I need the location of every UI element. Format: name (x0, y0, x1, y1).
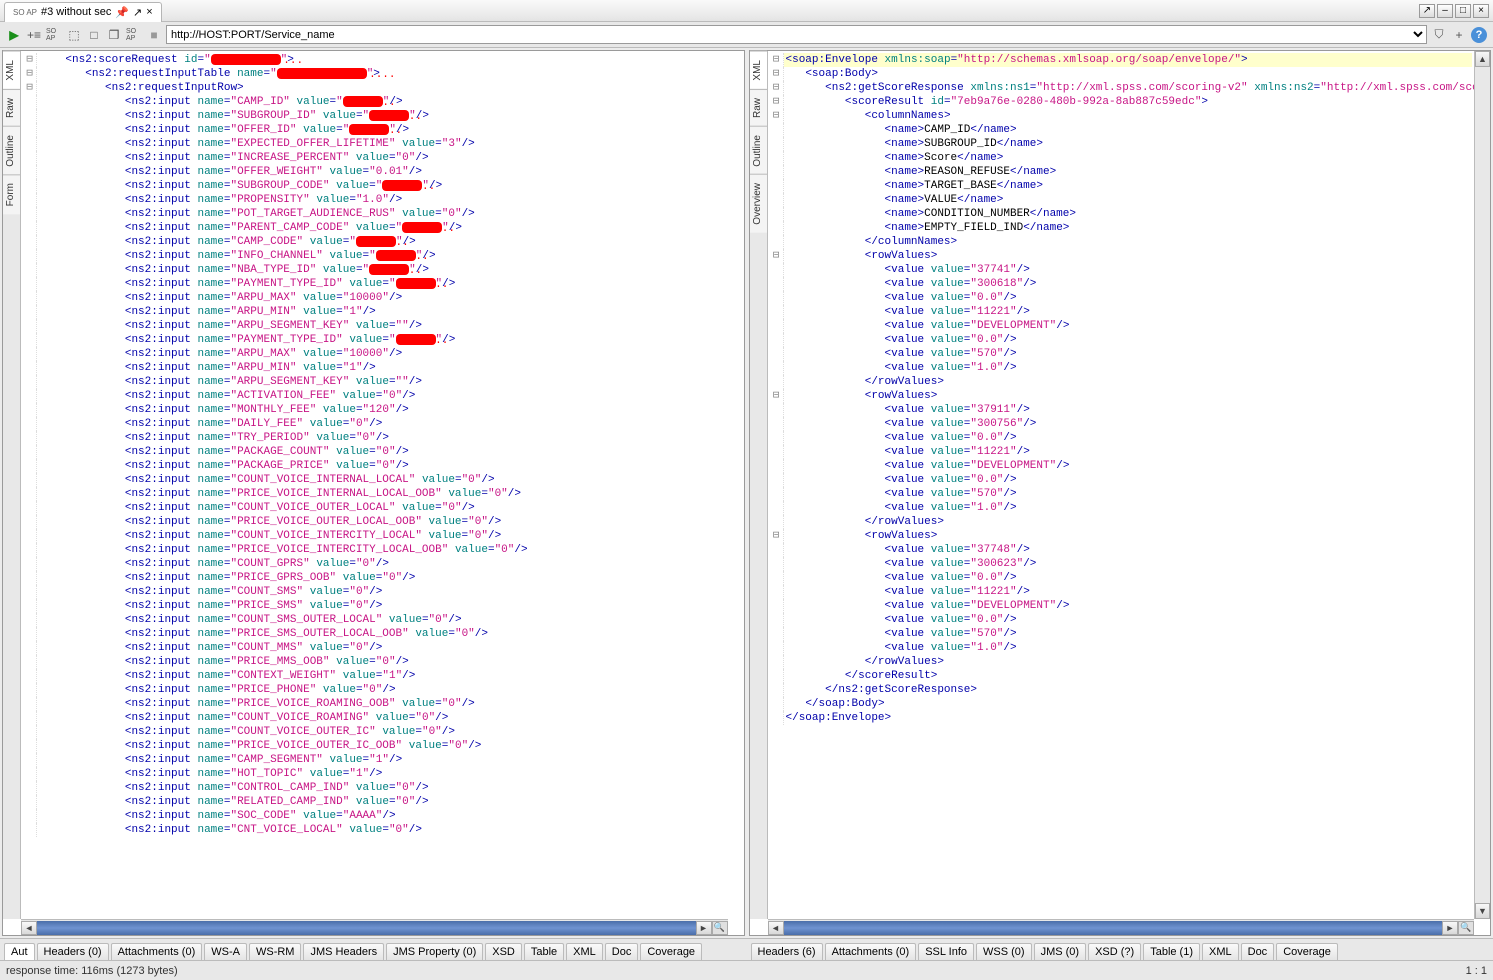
status-text: response time: 116ms (1273 bytes) (6, 965, 178, 977)
request-toolbar: ▶ +≡ SO AP ⬚ □ ❐ SO AP ■ http://HOST:POR… (0, 22, 1493, 48)
close-tab-icon[interactable]: × (146, 6, 152, 18)
bottom-tab[interactable]: XSD (?) (1088, 943, 1141, 960)
cursor-position: 1 : 1 (1466, 965, 1487, 977)
pin-icon[interactable]: 📌 (115, 6, 129, 19)
stop-icon[interactable]: ■ (146, 27, 162, 43)
help-icon[interactable]: ? (1471, 27, 1487, 43)
clone-icon[interactable]: ❐ (106, 27, 122, 43)
bottom-tab[interactable]: Coverage (1276, 943, 1338, 960)
add-to-testcase-icon[interactable]: +≡ (26, 27, 42, 43)
vertical-tab-raw[interactable]: Raw (750, 89, 767, 126)
editor-tab[interactable]: SO AP #3 without sec 📌 ↗ × (4, 2, 162, 22)
bottom-tab[interactable]: Table (524, 943, 564, 960)
response-bottom-tabs: Headers (6)Attachments (0)SSL InfoWSS (0… (747, 938, 1493, 960)
filter-icon[interactable]: ⛉ (1431, 27, 1447, 43)
bottom-tab[interactable]: Headers (0) (37, 943, 109, 960)
bottom-tab[interactable]: JMS (0) (1034, 943, 1087, 960)
scroll-up-icon[interactable]: ▲ (1475, 51, 1490, 67)
bottom-tab[interactable]: Doc (1241, 943, 1275, 960)
search-icon[interactable]: 🔍 (1458, 921, 1474, 935)
vertical-tab-outline[interactable]: Outline (3, 126, 20, 175)
search-icon[interactable]: 🔍 (712, 921, 728, 935)
request-bottom-tabs: AutHeaders (0)Attachments (0)WS-AWS-RMJM… (0, 938, 747, 960)
vertical-tab-raw[interactable]: Raw (3, 89, 20, 126)
scroll-down-icon[interactable]: ▼ (1475, 903, 1490, 919)
window-titlebar: SO AP #3 without sec 📌 ↗ × ↗ – □ × (0, 0, 1493, 22)
bottom-tab[interactable]: Headers (6) (751, 943, 823, 960)
scroll-left-icon[interactable]: ◄ (21, 921, 37, 935)
vertical-tab-form[interactable]: Form (3, 174, 20, 214)
endpoint-url-combo[interactable]: http://HOST:PORT/Service_name (166, 25, 1427, 44)
soap-icon: SO AP (13, 8, 37, 17)
scroll-left-icon[interactable]: ◄ (768, 921, 784, 935)
bottom-tab[interactable]: XSD (485, 943, 522, 960)
bottom-tab[interactable]: JMS Headers (303, 943, 384, 960)
window-maximize-icon[interactable]: □ (1455, 4, 1471, 18)
vertical-tab-xml[interactable]: XML (750, 51, 767, 89)
detach-icon[interactable]: ↗ (133, 6, 142, 19)
response-vscrollbar[interactable]: ▲ ▼ (1474, 51, 1490, 919)
status-bar: response time: 116ms (1273 bytes) 1 : 1 (0, 960, 1493, 980)
bottom-tab[interactable]: WS-A (204, 943, 247, 960)
bottom-tab[interactable]: WSS (0) (976, 943, 1032, 960)
bottom-tab[interactable]: Doc (605, 943, 639, 960)
request-pane: XMLRawOutlineForm ⊟ <ns2:scoreRequest id… (2, 50, 745, 936)
vertical-tab-xml[interactable]: XML (3, 51, 20, 89)
scroll-right-icon[interactable]: ► (696, 921, 712, 935)
bottom-tab[interactable]: Table (1) (1143, 943, 1200, 960)
bottom-tab[interactable]: XML (1202, 943, 1239, 960)
bottom-tab[interactable]: Attachments (0) (825, 943, 917, 960)
bottom-tab[interactable]: WS-RM (249, 943, 302, 960)
tab-title: #3 without sec (41, 6, 111, 18)
bottom-tab[interactable]: XML (566, 943, 603, 960)
bottom-tab[interactable]: SSL Info (918, 943, 974, 960)
window-minimize-icon[interactable]: – (1437, 4, 1453, 18)
bottom-tab[interactable]: JMS Property (0) (386, 943, 483, 960)
response-hscrollbar[interactable]: ◄ ► 🔍 (768, 919, 1475, 935)
response-pane: XMLRawOutlineOverview ⊟<soap:Envelope xm… (749, 50, 1492, 936)
run-icon[interactable]: ▶ (6, 27, 22, 43)
vertical-tab-outline[interactable]: Outline (750, 126, 767, 175)
soap-format-icon[interactable]: SO AP (46, 27, 62, 43)
request-xml-editor[interactable]: ⊟ <ns2:scoreRequest id="..............">… (21, 51, 744, 919)
recreate-icon[interactable]: ⬚ (66, 27, 82, 43)
request-hscrollbar[interactable]: ◄ ► 🔍 (21, 919, 728, 935)
window-detach-icon[interactable]: ↗ (1419, 4, 1435, 18)
response-xml-viewer[interactable]: ⊟<soap:Envelope xmlns:soap="http://schem… (768, 51, 1475, 919)
bottom-tab[interactable]: Attachments (0) (111, 943, 203, 960)
vertical-tab-overview[interactable]: Overview (750, 174, 767, 233)
scroll-right-icon[interactable]: ► (1442, 921, 1458, 935)
window-close-icon[interactable]: × (1473, 4, 1489, 18)
add-assertion-icon[interactable]: + (1451, 27, 1467, 43)
bottom-tab[interactable]: Coverage (640, 943, 702, 960)
create-empty-icon[interactable]: □ (86, 27, 102, 43)
bottom-tab[interactable]: Aut (4, 943, 35, 960)
soap-validate-icon[interactable]: SO AP (126, 27, 142, 43)
